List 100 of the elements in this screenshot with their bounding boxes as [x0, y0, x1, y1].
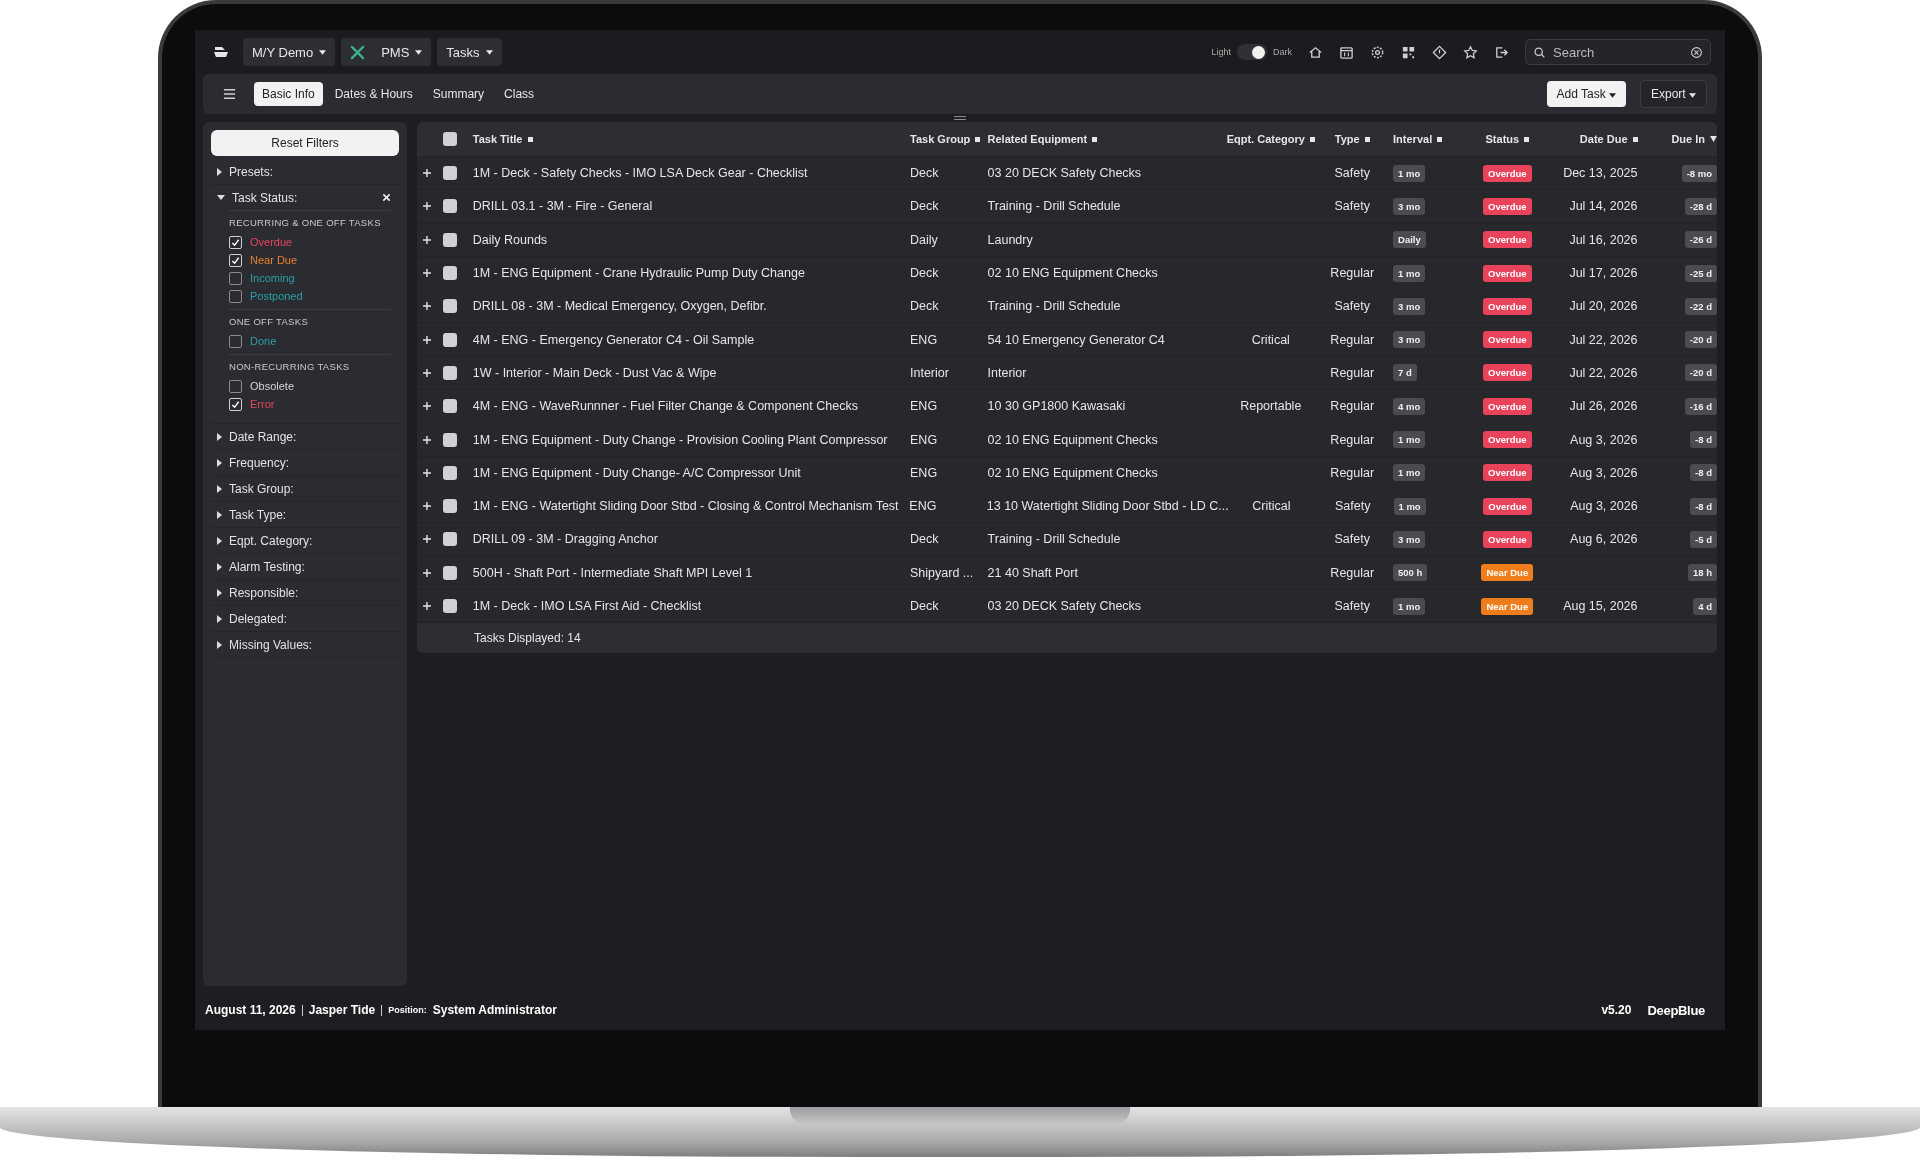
expand-icon[interactable]: [423, 368, 431, 377]
row-checkbox[interactable]: [442, 499, 457, 514]
filter-header[interactable]: Missing Values:: [211, 632, 399, 657]
row-checkbox[interactable]: [442, 299, 457, 314]
row-checkbox[interactable]: [442, 232, 457, 247]
sort-icon[interactable]: [1524, 136, 1530, 142]
row-checkbox[interactable]: [442, 465, 457, 480]
sort-icon[interactable]: [1309, 136, 1315, 142]
menu-dropdown[interactable]: M/Y Demo: [243, 38, 336, 66]
expand-icon[interactable]: [423, 602, 431, 610]
checkbox[interactable]: [229, 379, 242, 393]
expand-icon[interactable]: [423, 169, 431, 178]
table-cell: Regular: [1330, 365, 1375, 380]
checkbox[interactable]: [229, 289, 242, 303]
ship-logo-icon[interactable]: [213, 46, 229, 58]
filter-header[interactable]: Task Group:: [211, 476, 399, 501]
row-checkbox[interactable]: [442, 166, 457, 181]
expand-icon[interactable]: [423, 335, 431, 344]
filter-header[interactable]: Responsible:: [211, 580, 399, 605]
column-header[interactable]: Task Group: [910, 133, 971, 145]
filter-header[interactable]: Frequency:: [211, 450, 399, 475]
status-option-label[interactable]: Obsolete: [250, 380, 295, 392]
status-option-label[interactable]: Overdue: [250, 236, 293, 248]
search-field[interactable]: Search: [1525, 39, 1711, 65]
menu-icon[interactable]: [223, 88, 236, 100]
row-checkbox[interactable]: [442, 365, 457, 380]
expand-icon[interactable]: [423, 202, 431, 211]
theme-toggle[interactable]: [1237, 44, 1267, 60]
logout-icon[interactable]: [1494, 44, 1509, 60]
add-task-button[interactable]: Add Task: [1546, 81, 1626, 107]
checkbox[interactable]: [229, 271, 242, 285]
expand-icon[interactable]: [423, 402, 431, 411]
sort-icon[interactable]: [975, 136, 981, 142]
column-header[interactable]: Due In: [1671, 133, 1706, 145]
select-all-checkbox[interactable]: [442, 132, 457, 146]
expand-icon[interactable]: [423, 235, 431, 244]
expand-icon[interactable]: [423, 535, 431, 544]
menu-dropdown[interactable]: Tasks: [437, 38, 502, 66]
status-option-label[interactable]: Done: [250, 335, 277, 347]
settings-icon[interactable]: [1370, 44, 1385, 60]
row-checkbox[interactable]: [442, 266, 457, 281]
expand-icon[interactable]: [423, 302, 431, 311]
expand-icon[interactable]: [423, 468, 431, 477]
clear-icon[interactable]: [1690, 45, 1703, 59]
row-checkbox[interactable]: [442, 399, 457, 414]
filter-header[interactable]: Presets:: [211, 159, 399, 184]
row-checkbox[interactable]: [442, 199, 457, 214]
filter-header[interactable]: Alarm Testing:: [211, 554, 399, 579]
sort-icon[interactable]: [1092, 136, 1098, 142]
tab[interactable]: Summary: [424, 82, 493, 106]
filter-header[interactable]: Delegated:: [211, 606, 399, 631]
menu-dropdown[interactable]: PMS: [341, 38, 432, 66]
tab[interactable]: Dates & Hours: [326, 82, 421, 106]
export-button[interactable]: Export: [1640, 80, 1707, 108]
status-option-label[interactable]: Incoming: [250, 272, 295, 284]
checkbox[interactable]: [229, 235, 242, 249]
column-header[interactable]: Status: [1485, 133, 1520, 145]
checkbox[interactable]: [229, 397, 242, 411]
row-checkbox[interactable]: [442, 599, 457, 613]
qr-code-icon[interactable]: [1401, 44, 1416, 60]
row-checkbox[interactable]: [442, 432, 457, 447]
star-icon[interactable]: [1463, 44, 1478, 60]
column-header[interactable]: Interval: [1393, 133, 1433, 145]
expand-icon[interactable]: [423, 568, 431, 577]
filter-header[interactable]: Task Status:: [211, 185, 399, 210]
expand-icon[interactable]: [423, 502, 431, 511]
expand-icon[interactable]: [423, 269, 431, 278]
table-cell: Reportable: [1240, 399, 1302, 414]
current-date: August 11, 2026: [205, 1003, 296, 1017]
row-checkbox[interactable]: [442, 332, 457, 347]
sort-icon[interactable]: [1632, 136, 1638, 142]
expand-icon[interactable]: [423, 435, 431, 444]
column-header[interactable]: Date Due: [1579, 133, 1628, 145]
filter-header[interactable]: Date Range:: [211, 424, 399, 449]
checkbox[interactable]: [229, 334, 242, 348]
tab[interactable]: Basic Info: [254, 82, 323, 106]
drag-handle-icon[interactable]: [953, 115, 967, 121]
sort-icon[interactable]: [527, 136, 533, 142]
close-icon[interactable]: [382, 193, 391, 202]
sort-icon[interactable]: [1437, 136, 1443, 142]
column-header[interactable]: Eqpt. Category: [1226, 133, 1305, 145]
home-icon[interactable]: [1308, 44, 1323, 60]
sort-descending-icon[interactable]: [1710, 136, 1717, 142]
status-option-label[interactable]: Postponed: [250, 290, 303, 302]
status-option-label[interactable]: Near Due: [250, 254, 298, 266]
status-option-label[interactable]: Error: [250, 398, 275, 410]
column-header[interactable]: Type: [1334, 133, 1360, 145]
column-header[interactable]: Task Title: [472, 133, 523, 145]
row-checkbox[interactable]: [442, 532, 457, 547]
filter-header[interactable]: Task Type:: [211, 502, 399, 527]
reset-filters-button[interactable]: Reset Filters: [211, 130, 399, 156]
column-header[interactable]: Related Equipment: [987, 133, 1088, 145]
checkbox[interactable]: [229, 253, 242, 267]
tab[interactable]: Class: [496, 82, 543, 106]
table-cell: Safety: [1335, 499, 1371, 514]
sort-icon[interactable]: [1364, 136, 1370, 142]
diamond-icon[interactable]: [1432, 44, 1447, 60]
row-checkbox[interactable]: [442, 565, 457, 580]
filter-header[interactable]: Eqpt. Category:: [211, 528, 399, 553]
calendar-icon[interactable]: [1339, 44, 1354, 60]
